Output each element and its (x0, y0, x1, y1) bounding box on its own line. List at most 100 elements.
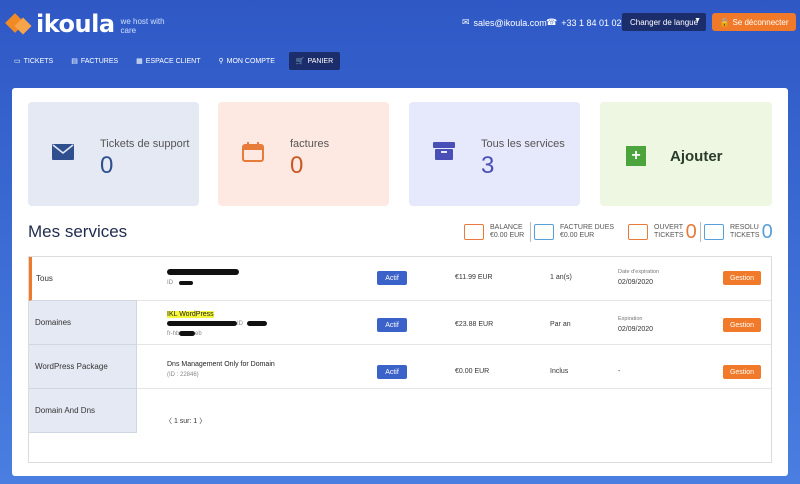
stat-balance: BALANCE €0.00 EUR (464, 220, 524, 244)
tab-wordpress-package[interactable]: WordPress Package (29, 345, 137, 389)
redacted-name (167, 321, 237, 326)
stat-open-label2: TICKETS (654, 232, 684, 239)
tab-domain-and-dns[interactable]: Domain And Dns (29, 389, 137, 433)
logo-mark-icon (5, 12, 34, 36)
stat-resolved-label: RESOLU (730, 224, 759, 231)
stat-resolved-label2: TICKETS (730, 232, 760, 239)
row-expiration-date: 02/09/2020 (618, 326, 654, 333)
main-nav: ▭ TICKETS ▤ FACTURES ▦ ESPACE CLIENT ⚲ M… (10, 52, 350, 70)
contact-email[interactable]: ✉ sales@ikoula.com (462, 17, 547, 28)
nav-espace-client-label: ESPACE CLIENT (145, 57, 201, 65)
contact-email-text: sales@ikoula.com (473, 17, 547, 28)
top-header: ikoula we host with care ✉ sales@ikoula.… (0, 0, 800, 80)
dashboard-icon: ▦ (136, 58, 143, 65)
calendar-icon (242, 142, 264, 162)
user-icon: ⚲ (218, 58, 224, 65)
card-tickets-value: 0 (100, 152, 114, 179)
services-list: Tous Domaines WordPress Package Domain A… (28, 256, 772, 463)
cart-icon: 🛒 (295, 58, 305, 65)
main-panel: Tickets de support 0 factures 0 Tous les… (12, 88, 788, 476)
nav-tickets-label: TICKETS (23, 57, 54, 65)
stat-facture-dues: FACTURE DUES €0.00 EUR (534, 220, 614, 244)
tab-domaines[interactable]: Domaines (29, 301, 137, 345)
stat-facture-dues-value: €0.00 EUR (560, 232, 595, 239)
manage-button[interactable]: Gestion (723, 365, 761, 379)
language-select-label: Changer de langue (630, 17, 699, 27)
nav-panier-label: PANIER (307, 57, 334, 65)
stat-balance-value: €0.00 EUR (490, 232, 525, 239)
row-period: 1 an(s) (550, 274, 572, 281)
pagination[interactable]: 〈 1 sur: 1 〉 (165, 416, 206, 426)
row-expiration-date: - (618, 368, 621, 375)
row-expiration-date: 02/09/2020 (618, 279, 654, 286)
table-row: IKL WordPress ID fr-hb eb Actif €23.88 E… (137, 301, 771, 345)
row-domain-suffix: eb (195, 331, 202, 337)
phone-icon: ☎ (546, 17, 558, 27)
archive-box-icon (433, 142, 455, 160)
language-select[interactable]: Changer de langue ▼ (622, 13, 706, 31)
nav-tickets[interactable]: ▭ TICKETS (10, 52, 57, 70)
row-name: Dns Management Only for Domain (167, 361, 275, 368)
chevron-down-icon: ▼ (694, 17, 701, 24)
money-icon (464, 224, 484, 240)
row-price: €0.00 EUR (455, 368, 490, 375)
row-name: IKL WordPress (167, 311, 214, 318)
inbox-resolved-icon (704, 224, 724, 240)
stat-divider (530, 222, 531, 242)
row-price: €11.99 EUR (455, 274, 493, 281)
brand-tagline: we host with care (120, 17, 165, 35)
manage-button[interactable]: Gestion (723, 271, 761, 285)
row-period: Par an (550, 321, 571, 328)
stat-divider (700, 222, 701, 242)
card-services[interactable]: Tous les services 3 (409, 102, 580, 206)
section-title: Mes services (28, 222, 128, 241)
brand-logo[interactable]: ikoula we host with care (5, 10, 171, 38)
card-services-label: Tous les services (481, 138, 565, 150)
stat-open-label: OUVERT (654, 224, 684, 231)
card-add-service[interactable]: + Ajouter (600, 102, 772, 206)
logout-button[interactable]: 🔒 Se déconnecter (712, 13, 796, 31)
row-price: €23.88 EUR (455, 321, 494, 328)
logout-button-label: Se déconnecter (732, 17, 789, 27)
status-badge: Actif (377, 318, 407, 332)
row-expiration-label: Date d'expiration (618, 269, 660, 275)
row-period: Inclus (550, 368, 569, 375)
contact-phone[interactable]: ☎ +33 1 84 01 02 50 (546, 17, 634, 28)
card-services-value: 3 (481, 152, 495, 179)
brand-name: ikoula (36, 10, 115, 38)
card-factures-label: factures (290, 138, 330, 150)
redacted-id (179, 281, 193, 285)
nav-espace-client[interactable]: ▦ ESPACE CLIENT (132, 52, 204, 70)
row-id: ID (167, 280, 173, 286)
lock-icon: 🔒 (719, 17, 730, 27)
redacted-domain (179, 331, 195, 336)
nav-mon-compte[interactable]: ⚲ MON COMPTE (215, 52, 279, 70)
manage-button[interactable]: Gestion (723, 318, 761, 332)
inbox-open-icon (628, 224, 648, 240)
table-row: Dns Management Only for Domain (ID : 228… (137, 345, 771, 389)
mail-icon: ✉ (462, 17, 470, 27)
stat-resolved-value: 0 (761, 220, 773, 243)
invoice-icon: ▤ (71, 58, 78, 65)
redacted-id (247, 321, 267, 326)
card-tickets[interactable]: Tickets de support 0 (28, 102, 199, 206)
card-factures-value: 0 (290, 152, 304, 179)
nav-mon-compte-label: MON COMPTE (226, 57, 275, 65)
card-factures[interactable]: factures 0 (218, 102, 389, 206)
nav-panier[interactable]: 🛒 PANIER (288, 52, 341, 70)
row-domain-prefix: fr-hb (167, 331, 180, 337)
nav-factures[interactable]: ▤ FACTURES (67, 52, 122, 70)
credit-card-icon (534, 224, 554, 240)
ticket-icon: ▭ (14, 58, 21, 65)
status-badge: Actif (377, 365, 407, 379)
card-add-label: Ajouter (670, 148, 723, 165)
stat-resolved-tickets: RESOLU TICKETS 0 (704, 220, 773, 244)
plus-icon: + (626, 146, 646, 166)
redacted-name (167, 269, 239, 275)
stat-facture-dues-label: FACTURE DUES (560, 224, 615, 231)
row-id: ID (237, 321, 243, 327)
service-tabs: Tous Domaines WordPress Package Domain A… (29, 257, 137, 433)
row-id: (ID : 22846) (167, 372, 199, 378)
tab-tous[interactable]: Tous (29, 257, 137, 301)
table-row: ID Actif €11.99 EUR 1 an(s) Date d'expir… (137, 257, 771, 301)
